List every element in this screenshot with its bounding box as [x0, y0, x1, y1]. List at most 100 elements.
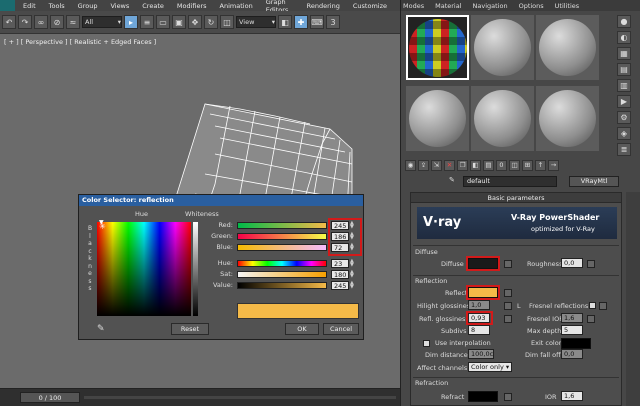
coord-system-dropdown[interactable]: View ▾ [236, 16, 276, 28]
pick-material-icon[interactable]: ✎ [449, 176, 459, 186]
menu-customize[interactable]: Customize [353, 2, 387, 10]
get-material-icon[interactable]: ◉ [405, 159, 416, 171]
background-icon[interactable]: ▦ [617, 47, 631, 60]
sample-slot-6[interactable] [536, 86, 599, 151]
eyedropper-icon[interactable]: ✎ [97, 324, 105, 334]
select-by-material-icon[interactable]: ◈ [617, 127, 631, 140]
redo-icon[interactable]: ↷ [18, 15, 32, 29]
sample-slot-4[interactable] [406, 86, 469, 151]
app-logo-icon[interactable] [0, 0, 16, 11]
menu-animation[interactable]: Animation [220, 2, 253, 10]
max-depth-field[interactable]: 5 [561, 325, 583, 335]
diffuse-map-button[interactable] [504, 260, 512, 268]
sample-slot-3[interactable] [536, 15, 599, 80]
selection-filter-dropdown[interactable]: All ▾ [82, 16, 122, 28]
hilight-glossiness-field[interactable]: 1,0 [468, 300, 490, 310]
time-track[interactable] [84, 396, 396, 399]
backlight-icon[interactable]: ◐ [617, 31, 631, 44]
rect-selection-icon[interactable]: ▭ [156, 15, 170, 29]
refract-color-swatch[interactable] [468, 391, 498, 402]
select-by-name-icon[interactable]: ≡ [140, 15, 154, 29]
ior-field[interactable]: 1,6 [561, 391, 583, 401]
fresnel-ior-field[interactable]: 1,6 [561, 313, 583, 323]
go-to-parent-icon[interactable]: ↑ [535, 159, 546, 171]
fresnel-map-button[interactable] [599, 302, 607, 310]
make-unique-icon[interactable]: ◧ [470, 159, 481, 171]
value-spinner-icon[interactable]: ▲ ▼ [350, 281, 356, 290]
menu-rendering[interactable]: Rendering [307, 2, 340, 10]
sat-slider[interactable] [237, 271, 327, 278]
fresnel-ior-map-button[interactable] [587, 315, 595, 323]
menu-material[interactable]: Material [435, 2, 461, 10]
refl-glossiness-map-button[interactable] [504, 315, 512, 323]
roughness-field[interactable]: 0,0 [561, 258, 583, 268]
assign-to-selection-icon[interactable]: ⇲ [431, 159, 442, 171]
green-slider[interactable] [237, 233, 327, 240]
unlink-icon[interactable]: ⊘ [50, 15, 64, 29]
hilight-map-button[interactable] [504, 302, 512, 310]
rotate-icon[interactable]: ↻ [204, 15, 218, 29]
sat-value-field[interactable]: 180 [331, 270, 349, 279]
reset-map-icon[interactable]: ✕ [444, 159, 455, 171]
exit-color-swatch[interactable] [561, 338, 591, 349]
reflect-map-button[interactable] [504, 289, 512, 297]
menu-edit[interactable]: Edit [23, 2, 36, 10]
reset-button[interactable]: Reset [171, 323, 209, 335]
sample-slot-1[interactable] [406, 15, 469, 80]
hue-slider[interactable] [237, 260, 327, 267]
link-icon[interactable]: ∞ [34, 15, 48, 29]
window-crossing-icon[interactable]: ▣ [172, 15, 186, 29]
dim-distance-field[interactable]: 100,0c [468, 349, 494, 359]
undo-icon[interactable]: ↶ [2, 15, 16, 29]
make-preview-icon[interactable]: ▶ [617, 95, 631, 108]
material-type-button[interactable]: VRayMtl [569, 175, 619, 187]
scale-icon[interactable]: ◫ [220, 15, 234, 29]
move-icon[interactable]: ✥ [188, 15, 202, 29]
dim-falloff-field[interactable]: 0,0 [561, 349, 583, 359]
color-cursor-icon[interactable]: ✳ [99, 222, 106, 231]
material-id-icon[interactable]: 0 [496, 159, 507, 171]
value-slider[interactable] [237, 282, 327, 289]
select-manipulate-icon[interactable]: ✚ [294, 15, 308, 29]
use-interpolation-checkbox[interactable] [423, 340, 430, 347]
material-name-field[interactable]: default [463, 175, 557, 187]
sat-spinner-icon[interactable]: ▲ ▼ [350, 270, 356, 279]
keyboard-shortcut-icon[interactable]: ⌨ [310, 15, 324, 29]
select-object-icon[interactable]: ▸ [124, 15, 138, 29]
blue-slider[interactable] [237, 244, 327, 251]
menu-create[interactable]: Create [142, 2, 164, 10]
ok-button[interactable]: OK [285, 323, 319, 335]
sample-slot-2[interactable] [471, 15, 534, 80]
menu-options[interactable]: Options [519, 2, 544, 10]
value-value-field[interactable]: 245 [331, 281, 349, 290]
menu-modifiers[interactable]: Modifiers [177, 2, 207, 10]
put-to-library-icon[interactable]: ▤ [483, 159, 494, 171]
sample-slot-5[interactable] [471, 86, 534, 151]
cancel-button[interactable]: Cancel [323, 323, 359, 335]
show-end-result-icon[interactable]: ⊞ [522, 159, 533, 171]
sample-type-icon[interactable]: ● [617, 15, 631, 28]
affect-channels-dropdown[interactable]: Color only ▾ [468, 362, 512, 372]
menu-navigation[interactable]: Navigation [473, 2, 508, 10]
menu-tools[interactable]: Tools [49, 2, 65, 10]
whiteness-bar[interactable] [193, 222, 198, 316]
material-scrollbar[interactable] [626, 192, 640, 406]
subdivs-field[interactable]: 8 [468, 325, 490, 335]
material-navigator-icon[interactable]: ≣ [617, 143, 631, 156]
roughness-map-button[interactable] [587, 260, 595, 268]
rollout-header[interactable]: Basic parameters [411, 193, 621, 203]
bind-spacewarp-icon[interactable]: ≈ [66, 15, 80, 29]
hue-blackness-palette[interactable] [97, 222, 191, 316]
time-slider[interactable]: 0 / 100 [20, 392, 80, 403]
options-icon[interactable]: ⚙ [617, 111, 631, 124]
snap-icon[interactable]: 3 [326, 15, 340, 29]
pivot-icon[interactable]: ◧ [278, 15, 292, 29]
red-slider[interactable] [237, 222, 327, 229]
show-in-viewport-icon[interactable]: ◫ [509, 159, 520, 171]
uv-tiling-icon[interactable]: ▤ [617, 63, 631, 76]
menu-views[interactable]: Views [110, 2, 129, 10]
menu-group[interactable]: Group [78, 2, 98, 10]
menu-modes[interactable]: Modes [403, 2, 424, 10]
refract-map-button[interactable] [504, 393, 512, 401]
hue-spinner-icon[interactable]: ▲ ▼ [350, 259, 356, 268]
